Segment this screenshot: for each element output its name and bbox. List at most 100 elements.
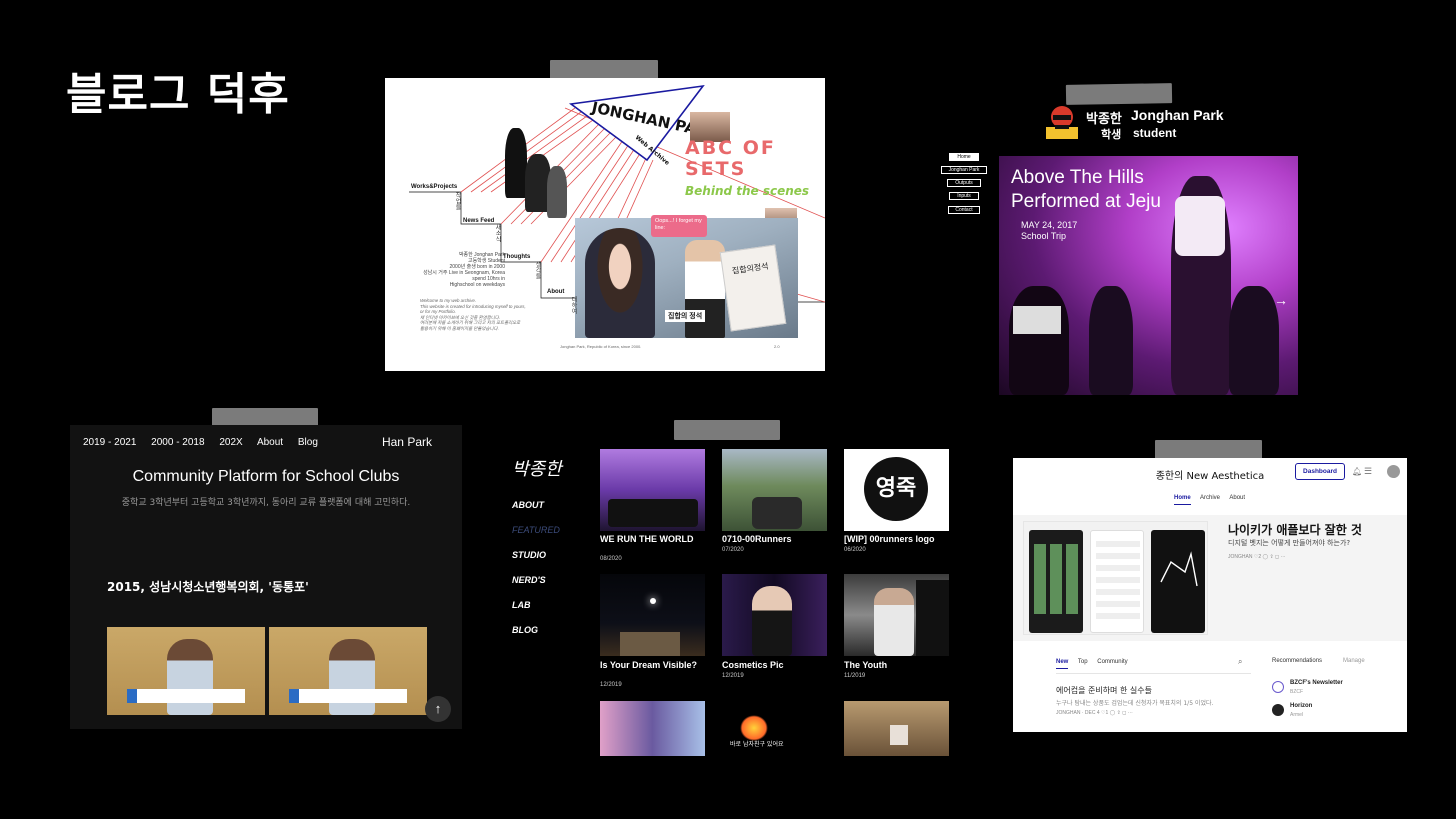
project-thumbnail[interactable] (844, 574, 949, 656)
hanpark-subtitle: 중학교 3학년부터 고등학교 3학년까지, 동아리 교류 플랫폼에 대해 고민하… (121, 498, 411, 508)
dancer-figure (547, 166, 567, 218)
group-figures (608, 499, 698, 527)
project-thumbnail[interactable] (722, 574, 827, 656)
nav-blog-link[interactable]: BLOG (512, 625, 538, 635)
nav-2019-2021[interactable]: 2019 - 2021 (83, 437, 136, 448)
hero-title: Above The Hills Performed at Jeju (1011, 166, 1161, 214)
recommendations-header: Recommendations (1272, 658, 1323, 664)
next-arrow-icon[interactable]: → (1274, 292, 1288, 308)
nav-studio-link[interactable]: STUDIO (512, 550, 546, 560)
archive-nav-about[interactable]: About (547, 289, 564, 295)
nav-inputs[interactable]: Inputs (949, 192, 979, 200)
archive-bio: 박종한 Jonghan Park 고등학생 Student 2000년 출생 b… (415, 252, 505, 288)
flame-graphic (740, 715, 768, 741)
hanpark-brand[interactable]: Han Park (382, 435, 432, 449)
nav-lab-link[interactable]: LAB (512, 600, 531, 610)
project-title[interactable]: Is Your Dream Visible? (600, 661, 705, 670)
archive-nav-newsfeed-kr: 새소식 (494, 224, 500, 242)
student-figure (916, 580, 949, 656)
light-source (650, 598, 656, 604)
project-thumbnail[interactable] (600, 701, 705, 756)
bio-line: Highschool on weekdays (449, 282, 505, 288)
slide-title: 블로그 덕후 (66, 69, 290, 120)
project-title[interactable]: WE RUN THE WORLD (600, 535, 705, 544)
project-thumbnail[interactable] (722, 449, 827, 531)
nav-nerds-link[interactable]: NERD'S (512, 575, 546, 585)
post-title[interactable]: 나이키가 애플보다 잘한 것 (1228, 521, 1362, 538)
feed-item-meta: JONGHAN · DEC 4 ♡1 ◯ ⇪ ◻ ··· (1056, 710, 1133, 716)
project-thumbnail[interactable]: 영죽 (844, 449, 949, 531)
project-thumbnail[interactable] (600, 449, 705, 531)
performer-figure (1229, 286, 1279, 395)
hero-title-line-1: Above The Hills (1011, 167, 1144, 188)
tab-new[interactable]: New (1056, 659, 1069, 669)
book-prop: 집합의정석 (719, 244, 787, 332)
project-title[interactable]: Cosmetics Pic (722, 661, 827, 670)
hanpark-screenshot: 2019 - 2021 2000 - 2018 202X About Blog … (70, 425, 462, 729)
search-icon[interactable]: ⌕ (1238, 657, 1242, 667)
nav-contact[interactable]: Contact (948, 206, 980, 214)
performer-figure (1089, 286, 1133, 395)
signature-logo[interactable]: 박종한 (512, 455, 562, 481)
project-thumbnail[interactable]: 바로 남자친구 있어요 (722, 701, 827, 756)
archive-nav-newsfeed[interactable]: News Feed (463, 218, 494, 224)
scroll-top-icon[interactable]: ↑ (425, 696, 451, 722)
abc-headline: ABC OF SETS (685, 137, 776, 180)
student-role-en: student (1133, 126, 1177, 140)
nav-home[interactable]: Home (949, 153, 979, 161)
student-figure (874, 588, 914, 656)
nav-outputs[interactable]: Outputs (947, 179, 981, 187)
manage-link[interactable]: Manage (1343, 658, 1365, 664)
hero-title-line-2: Performed at Jeju (1011, 191, 1161, 212)
phone-mockup (1090, 530, 1144, 633)
menu-icon[interactable]: ☰ (1364, 466, 1372, 477)
tab-community[interactable]: Community (1097, 659, 1127, 665)
tape-strip (1065, 83, 1173, 105)
aesthetica-title[interactable]: 종한의 New Aesthetica (1013, 467, 1407, 482)
video-subtitle: 바로 남자친구 있어요 (730, 741, 784, 748)
dashboard-button[interactable]: Dashboard (1295, 463, 1345, 480)
project-thumbnail[interactable] (600, 574, 705, 656)
bell-icon[interactable]: 🔔︎ (1352, 467, 1362, 476)
nav-jonghan-park[interactable]: Jonghan Park (941, 166, 987, 174)
nav-about-link[interactable]: ABOUT (512, 500, 544, 510)
student-role-kr: 학생 (1101, 128, 1122, 141)
archive-nav-thoughts[interactable]: Thoughts (503, 254, 530, 260)
rec-name[interactable]: Horizon (1290, 703, 1312, 709)
project-date: 08/2020 (600, 556, 622, 562)
project-title[interactable]: [WIP] 00runners logo (844, 535, 949, 544)
tab-about[interactable]: About (1229, 495, 1245, 501)
rec-name[interactable]: BZCF's Newsletter (1290, 680, 1343, 686)
tab-top[interactable]: Top (1078, 659, 1088, 665)
tab-archive[interactable]: Archive (1200, 495, 1220, 501)
project-date: 06/2020 (844, 547, 866, 553)
feed-item-title[interactable]: 에어컵을 준비하며 한 실수들 (1056, 685, 1152, 696)
nav-202x[interactable]: 202X (219, 437, 242, 448)
avatar[interactable] (1387, 465, 1400, 478)
route-map-icon (1160, 551, 1198, 587)
nav-blog[interactable]: Blog (298, 437, 318, 448)
post-subtitle: 디지털 벳지는 어떻게 만들어져야 하는가? (1228, 539, 1351, 547)
hanpark-nav: 2019 - 2021 2000 - 2018 202X About Blog (83, 437, 330, 448)
video-still (269, 627, 427, 715)
rec-sub: BZCF (1290, 689, 1304, 695)
hero-slide[interactable]: Above The Hills Performed at Jeju MAY 24… (999, 156, 1298, 395)
tab-home[interactable]: Home (1174, 495, 1191, 505)
horizon-icon (1272, 704, 1284, 716)
project-thumbnail[interactable] (844, 701, 949, 756)
post-meta: JONGHAN ♡2 ◯ ⇪ ◻ ··· (1228, 554, 1286, 560)
feed-item-subtitle: 누구나 탐내는 상품도 검엄는데 신청자가 목표치의 1/5 이었다. (1056, 700, 1214, 707)
aesthetica-screenshot: 종한의 New Aesthetica Dashboard 🔔︎ ☰ Home A… (1013, 458, 1407, 732)
project-date: 12/2019 (722, 673, 744, 679)
archive-screenshot: JONGHAN PARK Web Archive ABC OF SETS Beh… (385, 78, 825, 371)
badge-grid (1034, 544, 1078, 614)
speaker-figure (167, 639, 213, 715)
nav-about[interactable]: About (257, 437, 283, 448)
nav-featured-link[interactable]: FEATURED (512, 525, 560, 535)
project-title[interactable]: The Youth (844, 661, 949, 670)
nav-2000-2018[interactable]: 2000 - 2018 (151, 437, 204, 448)
student-name-kr: 박종한 (1086, 112, 1122, 127)
behind-scenes-tagline: Behind the scenes (685, 184, 810, 198)
archive-nav-works[interactable]: Works&Projects (411, 184, 457, 190)
project-title[interactable]: 0710-00Runners (722, 535, 827, 544)
